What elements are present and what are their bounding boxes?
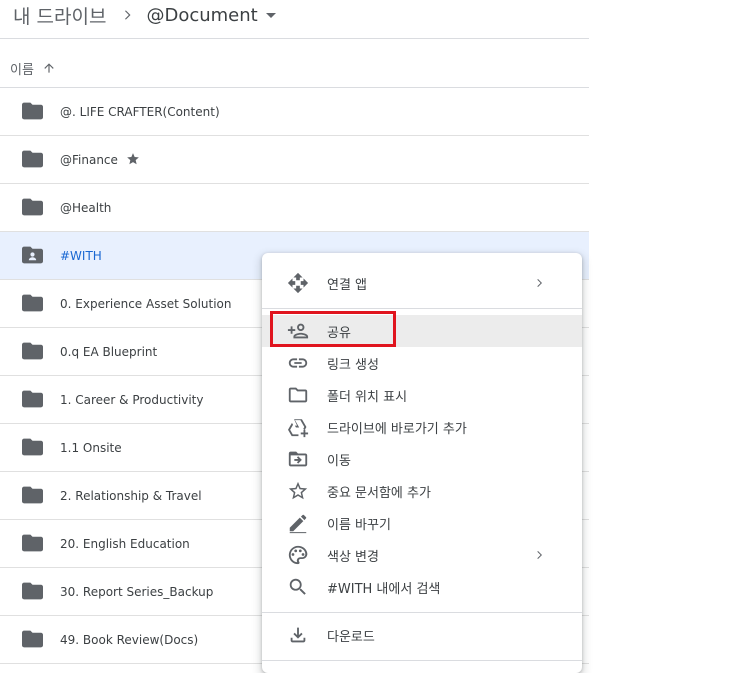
file-name: 49. Book Review(Docs) — [60, 632, 199, 647]
header-divider — [0, 38, 589, 39]
menu-item-label: 연결 앱 — [327, 277, 368, 293]
name-column-header[interactable]: 이름 — [10, 57, 56, 79]
file-name: 0.q EA Blueprint — [60, 344, 158, 359]
search-icon — [289, 578, 306, 595]
folder-outline-icon — [288, 387, 308, 403]
star-outline-icon — [288, 481, 308, 500]
file-row[interactable]: @Health — [0, 184, 589, 232]
folder-icon — [22, 342, 43, 360]
file-name: 1.1 Onsite — [60, 440, 122, 455]
move-icon — [288, 451, 308, 467]
file-name: 30. Report Series_Backup — [60, 584, 214, 599]
menu-item-label: 이동 — [327, 453, 351, 469]
breadcrumb-current-folder[interactable]: @Document — [146, 5, 257, 26]
download-icon — [290, 627, 306, 643]
breadcrumb: 내 드라이브 @Document — [13, 0, 276, 30]
chevron-right-icon — [125, 10, 131, 20]
name-column-label: 이름 — [10, 62, 34, 78]
folder-icon — [22, 102, 43, 120]
file-name: @Finance — [60, 152, 118, 167]
menu-item-show-folder-location[interactable]: 폴더 위치 표시 — [262, 379, 582, 411]
folder-icon — [22, 582, 43, 600]
link-icon — [288, 358, 308, 368]
menu-item-add-shortcut[interactable]: 드라이브에 바로가기 추가 — [262, 411, 582, 443]
open-with-icon — [287, 272, 309, 294]
pencil-icon — [289, 514, 307, 534]
chevron-right-icon — [537, 279, 542, 287]
file-name: 1. Career & Productivity — [60, 392, 204, 407]
file-name: 20. English Education — [60, 536, 190, 551]
chevron-right-icon — [537, 551, 542, 559]
palette-icon — [288, 545, 308, 565]
menu-item-move[interactable]: 이동 — [262, 443, 582, 475]
menu-item-label: 중요 문서함에 추가 — [327, 485, 431, 501]
drive-shortcut-icon — [288, 419, 309, 438]
folder-icon — [22, 390, 43, 408]
file-name: 0. Experience Asset Solution — [60, 296, 232, 311]
folder-icon — [22, 294, 43, 312]
breadcrumb-my-drive[interactable]: 내 드라이브 — [13, 2, 106, 29]
highlight-annotation-box — [270, 311, 396, 347]
file-name: @. LIFE CRAFTER(Content) — [60, 104, 220, 119]
menu-item-open-with[interactable]: 연결 앱 — [262, 267, 582, 299]
menu-item-get-link[interactable]: 링크 생성 — [262, 347, 582, 379]
menu-item-download[interactable]: 다운로드 — [262, 619, 582, 651]
menu-item-rename[interactable]: 이름 바꾸기 — [262, 507, 582, 539]
menu-item-label: 색상 변경 — [327, 549, 379, 565]
folder-icon — [22, 198, 43, 216]
menu-item-label: 다운로드 — [327, 629, 375, 645]
menu-divider — [262, 660, 582, 661]
file-name: @Health — [60, 200, 112, 215]
file-row[interactable]: @Finance — [0, 136, 589, 184]
menu-divider — [262, 612, 582, 613]
sort-ascending-icon[interactable] — [42, 61, 56, 75]
menu-item-label: 드라이브에 바로가기 추가 — [327, 421, 467, 437]
menu-item-add-to-starred[interactable]: 중요 문서함에 추가 — [262, 475, 582, 507]
folder-icon — [22, 534, 43, 552]
file-name: 2. Relationship & Travel — [60, 488, 202, 503]
file-row[interactable]: @. LIFE CRAFTER(Content) — [0, 88, 589, 136]
menu-item-label: 이름 바꾸기 — [327, 517, 391, 533]
menu-item-label: 링크 생성 — [327, 357, 379, 373]
dropdown-caret-icon[interactable] — [265, 12, 276, 18]
folder-icon — [22, 486, 43, 504]
folder-icon — [22, 150, 43, 168]
menu-item-label: 폴더 위치 표시 — [327, 389, 408, 405]
file-name: #WITH — [60, 248, 102, 263]
star-icon — [127, 153, 139, 165]
menu-item-label: #WITH 내에서 검색 — [327, 581, 441, 597]
menu-divider — [262, 308, 582, 309]
menu-item-change-color[interactable]: 색상 변경 — [262, 539, 582, 571]
folder-icon — [22, 438, 43, 456]
folder-icon — [22, 630, 43, 648]
menu-item-search-within[interactable]: #WITH 내에서 검색 — [262, 571, 582, 603]
shared-folder-icon — [22, 246, 43, 264]
